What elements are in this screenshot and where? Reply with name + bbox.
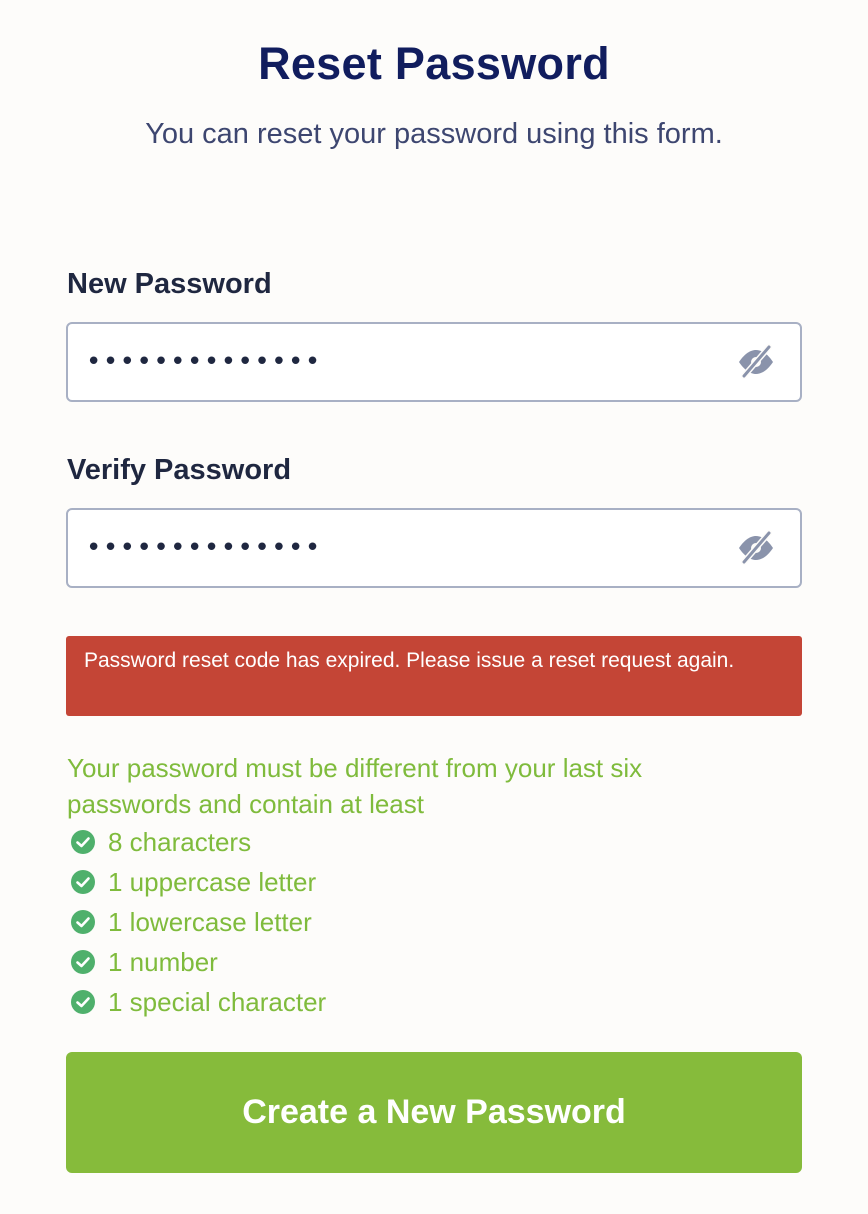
requirement-item: 1 number <box>70 942 326 982</box>
eye-slash-icon[interactable] <box>736 530 776 566</box>
page-title: Reset Password <box>258 38 610 89</box>
new-password-input[interactable] <box>86 336 716 388</box>
verify-password-input[interactable] <box>86 522 716 574</box>
requirement-item: 1 lowercase letter <box>70 902 326 942</box>
requirement-item: 1 special character <box>70 982 326 1022</box>
requirement-label: 1 lowercase letter <box>108 906 312 937</box>
password-requirements-list: 8 characters 1 uppercase letter 1 lowerc… <box>70 822 326 1022</box>
check-circle-icon <box>71 950 95 974</box>
requirement-label: 1 uppercase letter <box>108 866 317 897</box>
create-new-password-button[interactable]: Create a New Password <box>66 1052 802 1173</box>
page-subtitle: You can reset your password using this f… <box>145 118 723 150</box>
new-password-field-box <box>66 322 802 402</box>
reset-password-page: Reset Password You can reset your passwo… <box>0 0 868 1214</box>
requirement-label: 1 special character <box>108 986 327 1017</box>
requirement-label: 8 characters <box>108 826 252 857</box>
check-circle-icon <box>71 990 95 1014</box>
check-circle-icon <box>71 830 95 854</box>
verify-password-field-box <box>66 508 802 588</box>
password-requirements-intro: Your password must be different from you… <box>67 753 643 819</box>
verify-password-label: Verify Password <box>67 454 292 486</box>
error-banner: Password reset code has expired. Please … <box>66 636 802 716</box>
check-circle-icon <box>71 870 95 894</box>
new-password-label: New Password <box>67 268 272 300</box>
eye-slash-icon[interactable] <box>736 344 776 380</box>
requirement-label: 1 number <box>108 946 218 977</box>
requirement-item: 8 characters <box>70 822 326 862</box>
requirement-item: 1 uppercase letter <box>70 862 326 902</box>
check-circle-icon <box>71 910 95 934</box>
